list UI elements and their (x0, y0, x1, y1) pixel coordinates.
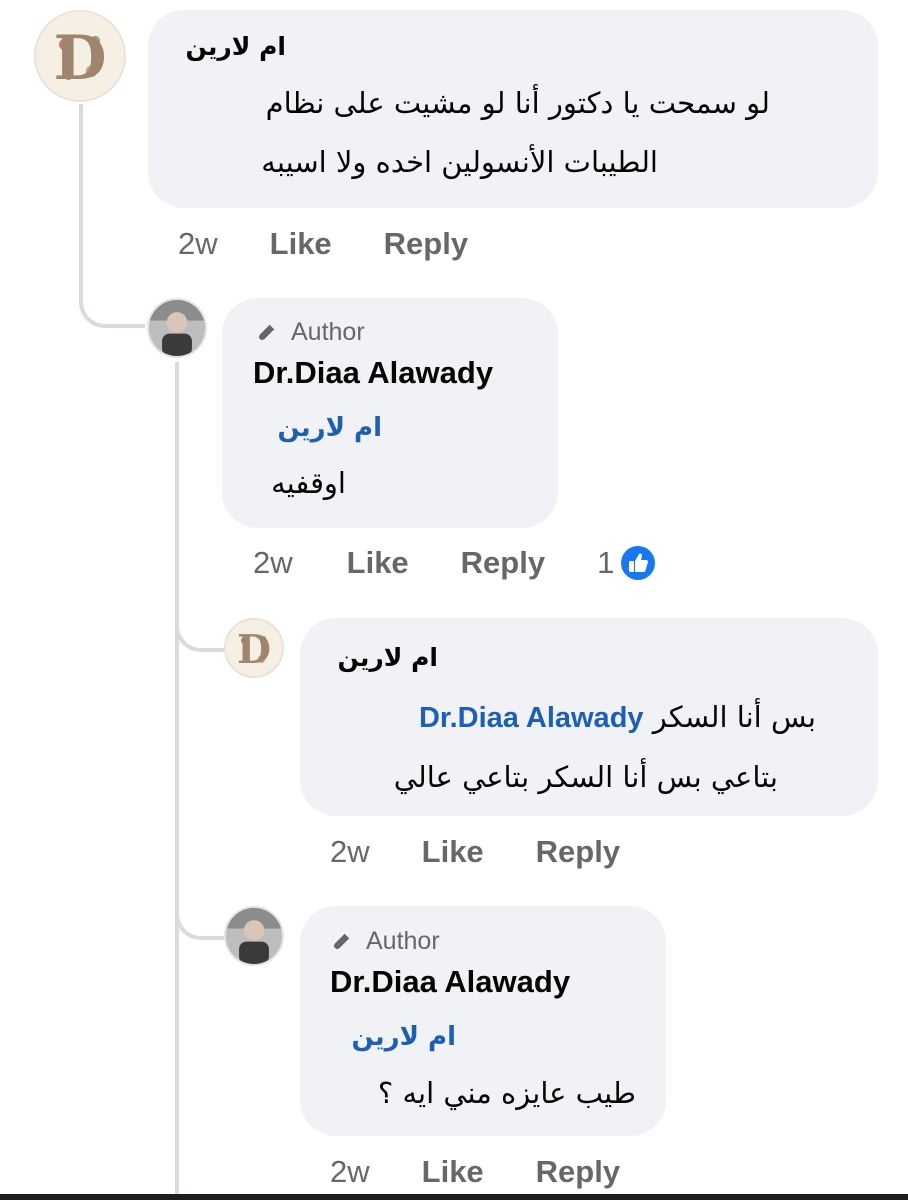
avatar[interactable]: D (224, 618, 284, 678)
thread-line-sub (175, 362, 179, 1200)
reply-button[interactable]: Reply (384, 226, 468, 262)
mention-link[interactable]: ام لارين (277, 413, 382, 443)
reaction-summary[interactable]: 1 (597, 545, 656, 581)
comment-author-name[interactable]: Dr.Diaa Alawady (330, 964, 570, 1000)
reply-button[interactable]: Reply (536, 1154, 620, 1190)
reaction-count: 1 (597, 545, 615, 580)
comment-text: اوقفيه (271, 466, 346, 500)
author-badge-label: Author (366, 927, 440, 955)
pencil-icon (257, 324, 275, 341)
comment-text-line: بس أنا السكر Dr.Diaa Alawady (419, 700, 816, 735)
comment-text-fragment: بس أنا السكر (652, 700, 816, 734)
comment-actions: 2w Like Reply (330, 834, 620, 870)
comment-actions: 2w Like Reply (330, 1154, 620, 1190)
thread-elbow-reply-2 (175, 600, 225, 652)
like-button[interactable]: Like (422, 834, 484, 870)
avatar[interactable] (224, 906, 284, 966)
like-button[interactable]: Like (422, 1154, 484, 1190)
comment-timestamp[interactable]: 2w (330, 834, 370, 870)
comment-actions: 2w Like Reply 1 (253, 545, 656, 581)
author-badge: Author (330, 927, 440, 956)
comment-author-name[interactable]: Dr.Diaa Alawady (253, 355, 493, 391)
mention-link[interactable]: ام لارين (351, 1022, 456, 1052)
comment-text-line: لو سمحت يا دكتور أنا لو مشيت على نظام (265, 86, 770, 120)
author-badge-label: Author (291, 318, 365, 346)
author-badge: Author (255, 318, 365, 347)
comment-timestamp[interactable]: 2w (330, 1154, 370, 1190)
thread-elbow-reply-3 (175, 888, 225, 940)
thread-line-main (79, 104, 83, 284)
svg-text:D: D (237, 627, 271, 673)
comment-timestamp[interactable]: 2w (253, 545, 293, 581)
reply-button[interactable]: Reply (536, 834, 620, 870)
avatar[interactable] (147, 298, 207, 358)
pencil-icon (332, 933, 350, 950)
comment-text: طيب عايزه مني ايه ؟ (377, 1076, 636, 1110)
comment-timestamp[interactable]: 2w (178, 226, 218, 262)
like-thumb-icon (621, 546, 656, 580)
like-button[interactable]: Like (270, 226, 332, 262)
like-button[interactable]: Like (347, 545, 409, 581)
thread-elbow-reply-1 (79, 270, 145, 328)
mention-link[interactable]: Dr.Diaa Alawady (419, 702, 644, 734)
comment-author-name[interactable]: ام لارين (186, 32, 287, 61)
comment-text-line: الطيبات الأنسولين اخده ولا اسيبه (261, 145, 658, 179)
svg-text:D: D (53, 23, 106, 94)
screen-bottom-edge (0, 1194, 908, 1200)
reply-button[interactable]: Reply (461, 545, 545, 581)
comment-author-name[interactable]: ام لارين (338, 643, 439, 672)
comment-actions: 2w Like Reply (178, 226, 468, 262)
comment-text-line: بتاعي بس أنا السكر بتاعي عالي (393, 760, 778, 794)
avatar[interactable]: D (34, 10, 126, 102)
